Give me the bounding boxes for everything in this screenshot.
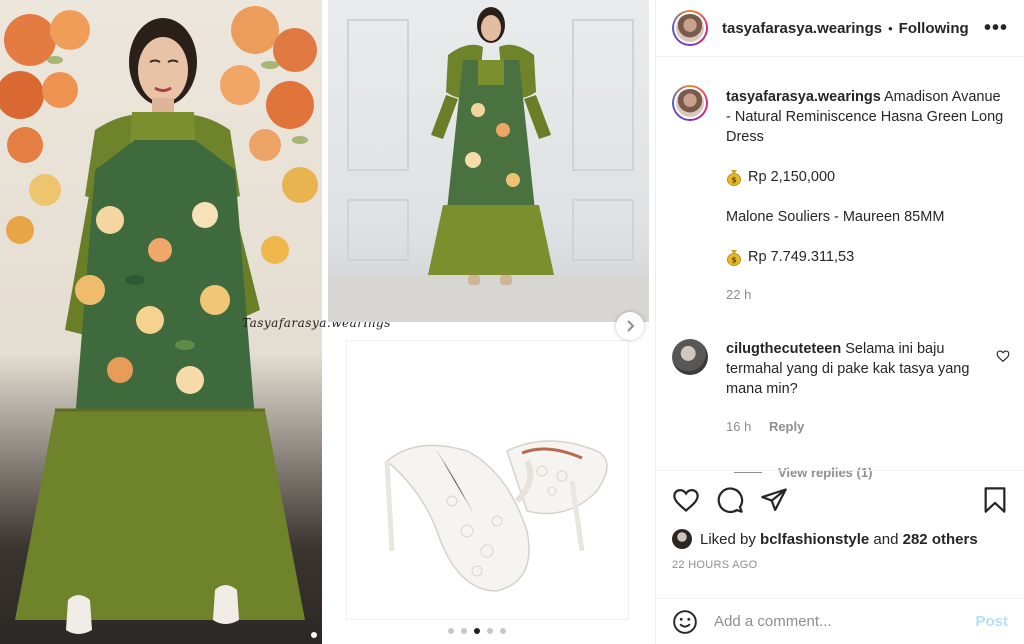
- post-timestamp[interactable]: 22 HOURS AGO: [656, 549, 1024, 571]
- likes-prefix: Liked by: [700, 530, 756, 548]
- money-bag-icon: $: [727, 170, 741, 186]
- post-side-panel: tasyafarasya.wearings • Following ••• ta…: [655, 0, 1024, 644]
- price-line-1: $ Rp 2,150,000: [726, 167, 1008, 187]
- commenter-username[interactable]: cilugthecuteteen: [726, 341, 841, 357]
- comment-meta: 16 h Reply: [726, 417, 974, 437]
- liker-avatar[interactable]: [672, 529, 692, 549]
- caption-username[interactable]: tasyafarasya.wearings: [726, 89, 881, 105]
- caption-time: 22 h: [726, 287, 752, 302]
- more-options-icon[interactable]: •••: [984, 17, 1008, 40]
- chevron-right-icon: [627, 320, 635, 332]
- comment-bubble-icon: [717, 487, 744, 513]
- post-actions-area: Liked by bclfashionstyle and 282 others …: [656, 470, 1024, 571]
- comment-input[interactable]: [714, 613, 976, 630]
- emoji-button[interactable]: [672, 609, 698, 635]
- post-header: tasyafarasya.wearings • Following •••: [656, 0, 1024, 57]
- share-button[interactable]: [760, 486, 788, 514]
- photo-woman-standing: [328, 0, 649, 322]
- likes-conj: and: [873, 530, 899, 548]
- post-media-carousel[interactable]: Tasyafarasya.wearings: [0, 0, 655, 644]
- reply-button[interactable]: Reply: [769, 419, 804, 434]
- save-button[interactable]: [982, 486, 1008, 514]
- dress-price: Rp 2,150,000: [748, 169, 836, 185]
- carousel-dot[interactable]: [487, 628, 493, 634]
- woman-standing-illustration: [328, 7, 649, 322]
- price-line-2: $ Rp 7.749.311,53: [726, 247, 1008, 267]
- carousel-next-button[interactable]: [616, 312, 644, 340]
- shoe-line: Malone Souliers - Maureen 85MM: [726, 209, 945, 225]
- carousel-dot-active[interactable]: [474, 628, 480, 634]
- comment-like-heart-icon[interactable]: [996, 349, 1010, 363]
- bookmark-icon: [984, 487, 1006, 513]
- likes-summary: Liked by bclfashionstyle and 282 others: [656, 529, 1024, 549]
- comment-text-block: cilugthecuteteen Selama ini baju termaha…: [726, 339, 974, 399]
- following-button[interactable]: Following: [899, 20, 969, 37]
- photo-white-heels: [346, 340, 629, 620]
- comment-button[interactable]: [716, 486, 744, 514]
- white-heels-illustration: [384, 440, 608, 592]
- likes-others[interactable]: 282 others: [903, 531, 978, 548]
- post-caption: tasyafarasya.wearings Amadison Avanue - …: [656, 57, 1024, 305]
- comment-time: 16 h: [726, 419, 752, 434]
- image-indicator-dot: [311, 632, 317, 638]
- shoe-price: Rp 7.749.311,53: [748, 249, 855, 265]
- liker-username[interactable]: bclfashionstyle: [760, 531, 869, 548]
- emoji-smiley-icon: [673, 609, 697, 634]
- paper-plane-icon: [761, 488, 787, 512]
- carousel-dot[interactable]: [448, 628, 454, 634]
- author-avatar[interactable]: [672, 10, 708, 46]
- commenter-avatar[interactable]: [672, 339, 708, 375]
- carousel-dot[interactable]: [461, 628, 467, 634]
- carousel-dots: [448, 628, 506, 634]
- like-button[interactable]: [672, 486, 700, 514]
- svg-text:$: $: [731, 176, 737, 185]
- money-bag-icon: $: [727, 250, 741, 266]
- comment-item: cilugthecuteteen Selama ini baju termaha…: [656, 305, 1024, 437]
- svg-text:$: $: [731, 256, 737, 265]
- action-bar: [656, 471, 1024, 529]
- header-separator: •: [888, 20, 893, 36]
- caption-avatar[interactable]: [672, 85, 708, 121]
- author-username[interactable]: tasyafarasya.wearings: [722, 20, 882, 37]
- carousel-dot[interactable]: [500, 628, 506, 634]
- post-comment-button[interactable]: Post: [975, 613, 1008, 630]
- heart-icon: [673, 488, 699, 512]
- caption-text-block: tasyafarasya.wearings Amadison Avanue - …: [726, 87, 1008, 147]
- add-comment-bar: Post: [656, 598, 1024, 644]
